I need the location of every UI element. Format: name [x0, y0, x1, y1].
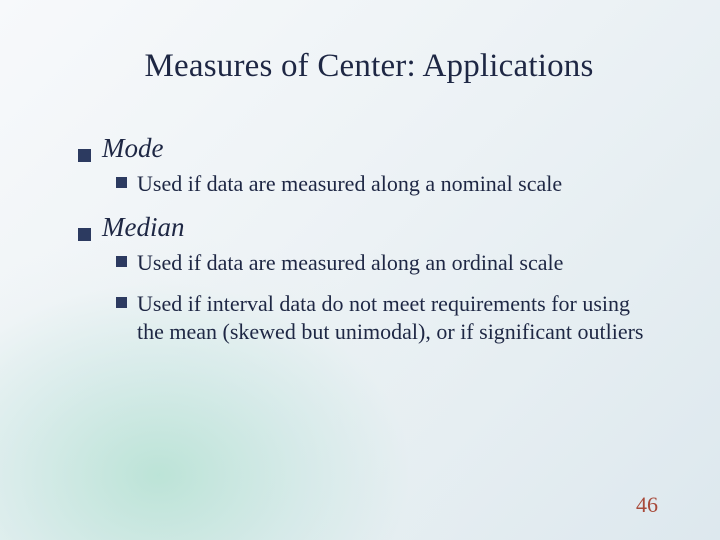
bullet-level2: Used if data are measured along an ordin…	[116, 249, 660, 277]
bullet-level1: Mode	[78, 133, 660, 164]
slide-title: Measures of Center: Applications	[78, 48, 660, 85]
section-mode: Mode Used if data are measured along a n…	[78, 133, 660, 198]
slide: Measures of Center: Applications Mode Us…	[0, 0, 720, 540]
bullet-level2: Used if data are measured along a nomina…	[116, 170, 660, 198]
bullet-text: Used if data are measured along a nomina…	[137, 170, 562, 198]
section-heading: Median	[102, 212, 184, 243]
square-bullet-icon	[78, 228, 91, 241]
bullet-text: Used if interval data do not meet requir…	[137, 290, 660, 345]
square-bullet-icon	[78, 149, 91, 162]
page-number: 46	[636, 492, 658, 518]
square-bullet-icon	[116, 177, 127, 188]
section-heading: Mode	[102, 133, 163, 164]
bullet-text: Used if data are measured along an ordin…	[137, 249, 563, 277]
bullet-level2: Used if interval data do not meet requir…	[116, 290, 660, 345]
bullet-level1: Median	[78, 212, 660, 243]
square-bullet-icon	[116, 256, 127, 267]
section-median: Median Used if data are measured along a…	[78, 212, 660, 346]
square-bullet-icon	[116, 297, 127, 308]
